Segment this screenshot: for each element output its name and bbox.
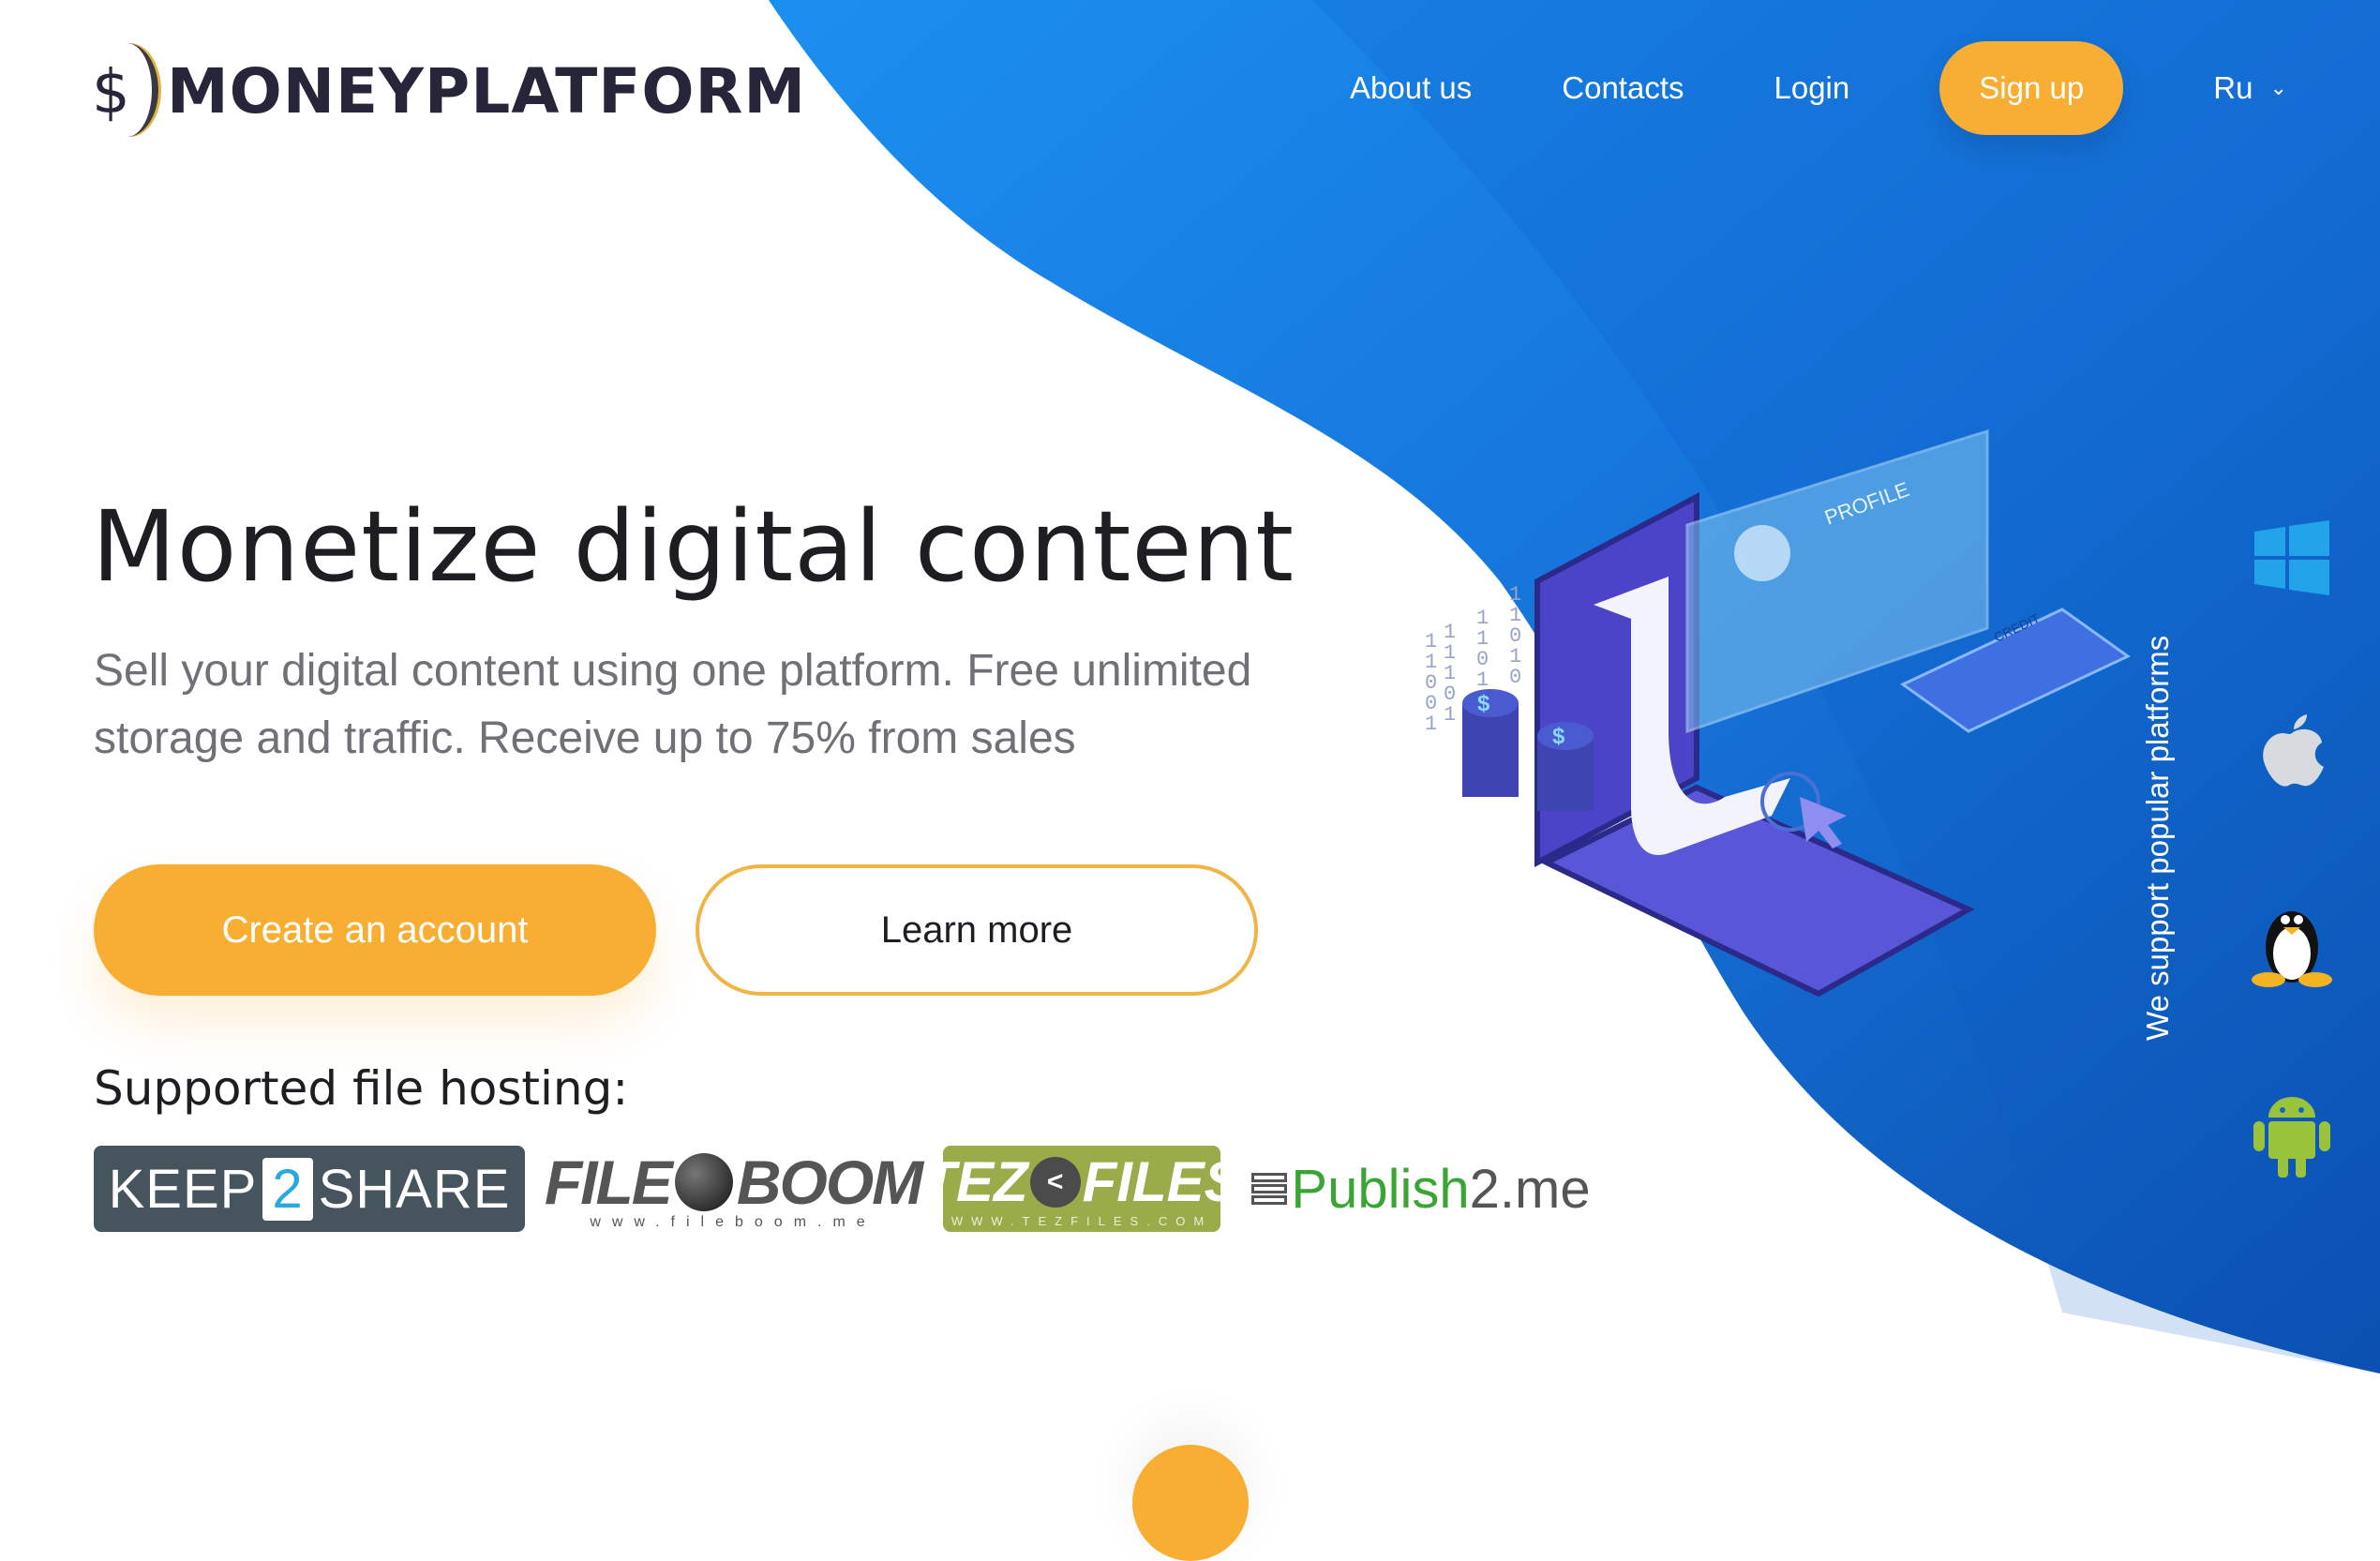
platforms-label: We support popular platforms [2140,635,2175,1041]
hero-illustration: 11001 11101 11010 11010 PROFILE CREDIT $… [1425,428,2131,998]
supported-hosting-label: Supported file hosting: [94,1061,629,1116]
nav-contacts[interactable]: Contacts [1562,70,1684,106]
logo-coin-icon: $ [90,39,158,143]
tezfiles-logo[interactable]: TEZ < FILES WWW.TEZFILES.COM [921,1146,1242,1232]
scroll-down-button[interactable] [1132,1445,1249,1561]
logo-text: MONEYPLATFORM [167,54,806,128]
share-icon: < [1029,1156,1081,1208]
learn-more-button[interactable]: Learn more [696,864,1258,996]
hero-subtitle: Sell your digital content using one plat… [94,646,1252,763]
logo[interactable]: $ MONEYPLATFORM [90,39,806,143]
nav-login[interactable]: Login [1774,70,1850,106]
publish2me-logo[interactable]: Publish 2.me [1251,1146,1591,1232]
main-nav: About us Contacts Login Sign up Ru ⌄ [1350,41,2287,135]
chevron-down-icon: ⌄ [2269,76,2287,99]
svg-text:1: 1 [1425,713,1437,736]
svg-text:1: 1 [1444,703,1456,727]
windows-icon [2240,506,2343,609]
android-icon [2240,1083,2343,1186]
site-header: $ MONEYPLATFORM About us Contacts Login … [0,0,2380,178]
bomb-icon [674,1153,733,1211]
server-icon [1251,1172,1288,1206]
apple-icon [2240,698,2343,802]
hero-title: Monetize digital content [92,489,1295,604]
fileboom-logo[interactable]: FILE BOOM www.fileboom.me [545,1146,923,1232]
svg-text:0: 0 [1509,666,1521,689]
keep2share-logo[interactable]: KEEP 2 SHARE [94,1146,525,1232]
nav-about-us[interactable]: About us [1350,70,1472,106]
language-selector[interactable]: Ru ⌄ [2213,70,2287,106]
svg-text:$: $ [1552,724,1565,749]
linux-icon [2240,891,2343,994]
signup-button[interactable]: Sign up [1939,41,2124,135]
platform-list [2240,506,2343,1275]
language-current: Ru [2213,70,2253,105]
svg-text:$: $ [1477,691,1490,716]
create-account-button[interactable]: Create an account [94,864,656,996]
